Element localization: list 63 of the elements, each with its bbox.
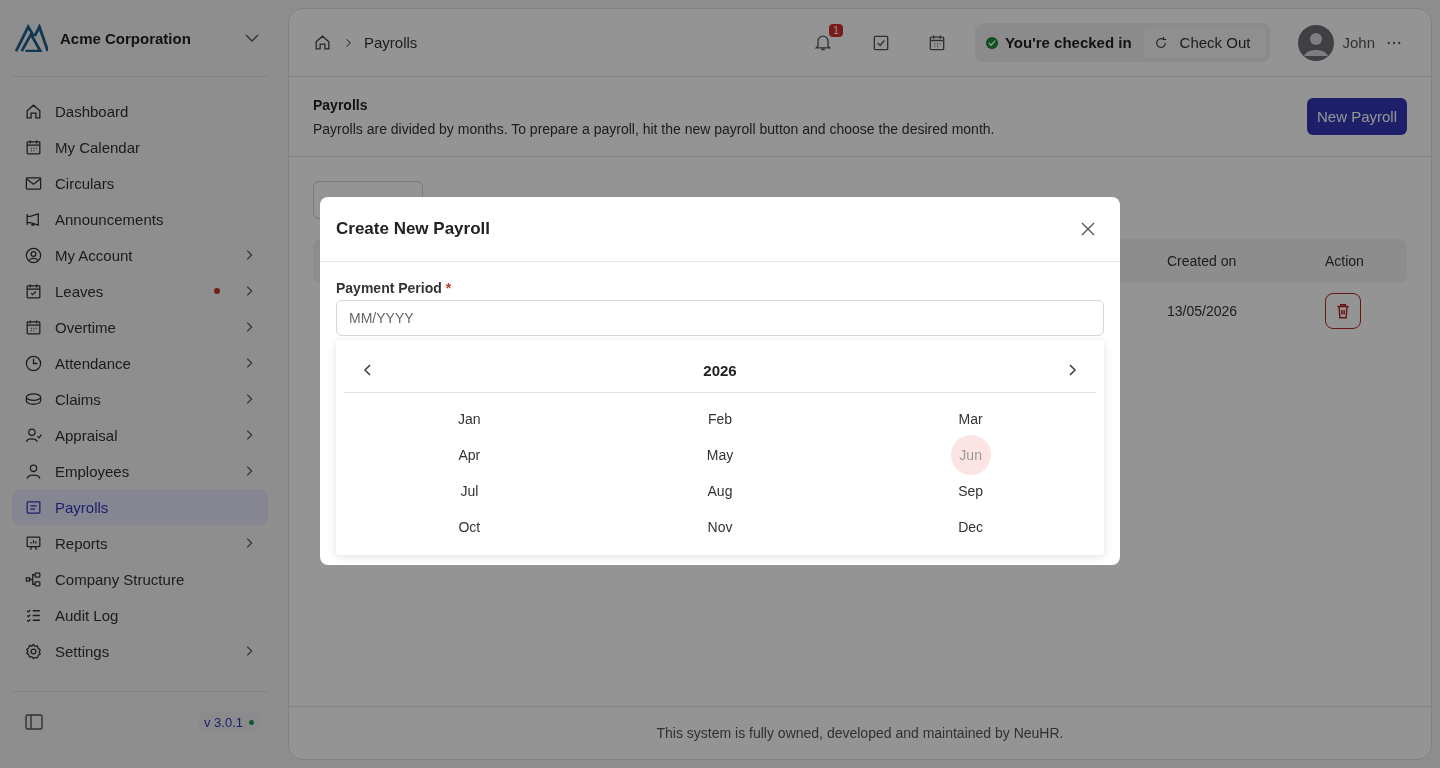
month-option[interactable]: Sep: [950, 475, 992, 507]
sidebar-item[interactable]: Employees: [12, 453, 268, 489]
sidebar-item[interactable]: Leaves: [12, 273, 268, 309]
sidebar-item[interactable]: Claims: [12, 381, 268, 417]
picker-year[interactable]: 2026: [703, 361, 737, 379]
page-title: Payrolls: [313, 96, 369, 113]
sidebar-item[interactable]: Appraisal: [12, 417, 268, 453]
column-header: Created on: [1167, 253, 1238, 269]
home-icon: [24, 101, 43, 121]
new-payroll-button[interactable]: New Payroll: [1306, 98, 1407, 135]
close-icon[interactable]: [1080, 221, 1096, 237]
calendar-icon: [24, 317, 43, 337]
field-label: Payment Period: [336, 280, 442, 296]
month-option[interactable]: Jul: [452, 475, 487, 507]
sidebar-item[interactable]: Dashboard: [12, 93, 268, 129]
avatar[interactable]: [1298, 24, 1335, 61]
month-option[interactable]: Nov: [699, 511, 741, 543]
sidebar-item[interactable]: Announcements: [12, 201, 268, 237]
user-circle-icon: [24, 245, 43, 265]
sidebar-item[interactable]: Audit Log: [12, 597, 268, 633]
sidebar-item[interactable]: Payrolls: [12, 489, 268, 525]
check-circle-icon: [984, 35, 999, 50]
calendar-icon: [24, 137, 43, 157]
sidebar-item[interactable]: Company Structure: [12, 561, 268, 597]
month-option[interactable]: Oct: [450, 511, 489, 543]
home-icon[interactable]: [313, 33, 332, 52]
delete-button[interactable]: [1325, 293, 1361, 329]
payment-period-field[interactable]: MM/YYYY: [336, 300, 1104, 336]
month-option[interactable]: Dec: [950, 511, 992, 543]
alert-dot: [214, 288, 220, 294]
table-cell-text: 13/05/2026: [1167, 303, 1239, 319]
month-option[interactable]: Feb: [699, 403, 741, 435]
gear-icon: [24, 641, 43, 661]
sidebar-item[interactable]: Attendance: [12, 345, 268, 381]
user-name[interactable]: John: [1342, 34, 1375, 51]
sidebar-item[interactable]: Reports: [12, 525, 268, 561]
notification-count: 1: [829, 23, 843, 37]
more-icon[interactable]: [1387, 40, 1401, 45]
sidebar-toggle-icon[interactable]: [24, 712, 44, 732]
month-option[interactable]: Jan: [450, 403, 489, 435]
sidebar-item[interactable]: Overtime: [12, 309, 268, 345]
page-description: Payrolls are divided by months. To prepare a payroll, hit the new payroll button and choose the desired month.: [313, 120, 995, 137]
sidebar-item[interactable]: My Account: [12, 237, 268, 273]
column-header: Action: [1325, 253, 1365, 269]
sidebar-item[interactable]: My Calendar: [12, 129, 268, 165]
check-out-button[interactable]: Check Out: [1143, 27, 1267, 58]
check-in-status: You're checked in: [1004, 34, 1132, 51]
calendar-check-icon: [24, 281, 43, 301]
footer-text: This system is fully owned, developed and maintained by NeuHR.: [289, 706, 1431, 759]
clock-icon: [24, 353, 43, 373]
refresh-icon: [1153, 35, 1168, 50]
month-option[interactable]: Aug: [699, 475, 741, 507]
sidebar-item[interactable]: Circulars: [12, 165, 268, 201]
month-option[interactable]: Apr: [450, 439, 489, 471]
month-option[interactable]: May: [698, 439, 742, 471]
required-mark: *: [445, 280, 452, 296]
company-logo: [14, 24, 48, 52]
sidebar-item[interactable]: Settings: [12, 633, 268, 669]
company-name: Acme Corporation: [60, 29, 192, 47]
trash-icon: [1334, 302, 1352, 320]
month-option[interactable]: Mar: [950, 403, 991, 435]
breadcrumb-item[interactable]: Payrolls: [364, 34, 418, 51]
modal-title: Create New Payroll: [336, 219, 490, 239]
